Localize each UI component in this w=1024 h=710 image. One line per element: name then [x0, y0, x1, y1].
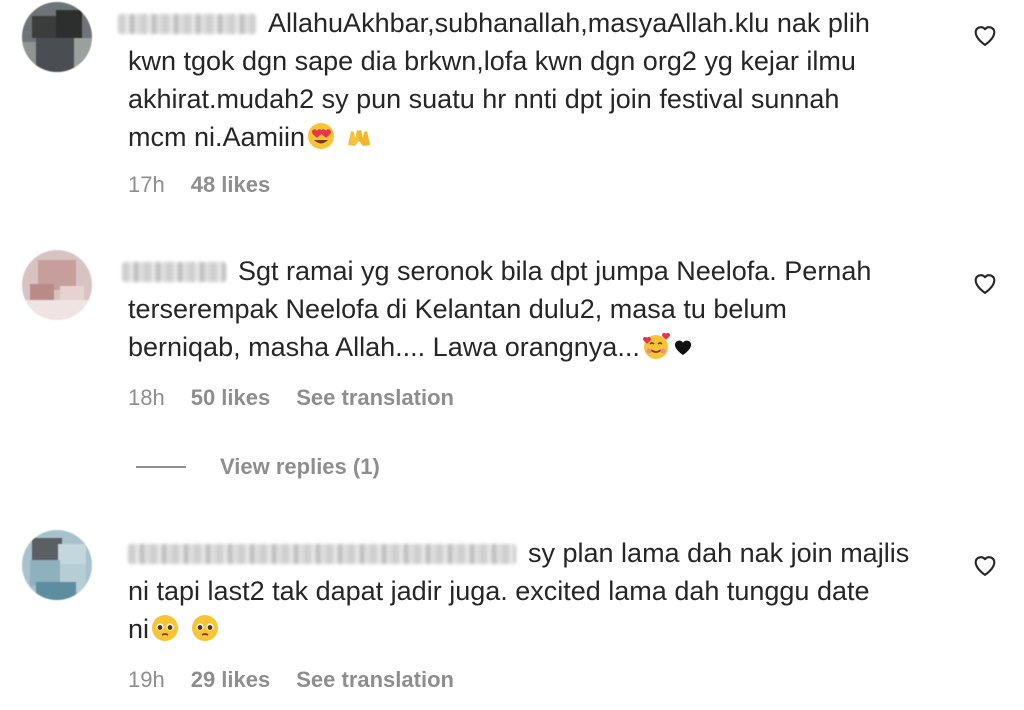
likes-count[interactable]: 48 likes [191, 172, 271, 198]
likes-count[interactable]: 50 likes [191, 385, 271, 411]
replies-divider [136, 466, 186, 468]
avatar[interactable] [22, 250, 92, 320]
comment-text: Sgt ramai yg seronok bila dpt jumpa Neel… [122, 252, 928, 366]
comment-line: berniqab, masha Allah.... Lawa orangnya.… [128, 332, 640, 362]
comment-text: AllahuAkhbar,subhanallah,masyaAllah.klu … [118, 4, 928, 156]
raised-hands-emoji [348, 130, 371, 146]
like-heart-icon[interactable] [971, 21, 999, 49]
comment-line: Sgt ramai yg seronok bila dpt jumpa Neel… [238, 256, 872, 286]
like-heart-icon[interactable] [971, 551, 999, 579]
view-replies-label[interactable]: View replies (1) [220, 454, 380, 480]
timestamp[interactable]: 18h [128, 385, 165, 411]
see-translation-link[interactable]: See translation [296, 667, 454, 693]
likes-count[interactable]: 29 likes [191, 667, 271, 693]
comment-meta: 17h 48 likes [128, 172, 270, 198]
pleading-face-emoji [192, 615, 219, 641]
comment-line: kwn tgok dgn sape dia brkwn,lofa kwn dgn… [128, 46, 856, 76]
heart-eyes-emoji [308, 123, 335, 149]
smiling-hearts-emoji [642, 332, 670, 359]
timestamp[interactable]: 19h [128, 667, 165, 693]
username[interactable] [122, 262, 226, 282]
see-translation-link[interactable]: See translation [296, 385, 454, 411]
comment-line: sy plan lama dah nak join majlis [528, 538, 910, 568]
comment-line: terserempak Neelofa di Kelantan dulu2, m… [128, 294, 787, 324]
comment-text: sy plan lama dah nak join majlis ni tapi… [128, 534, 928, 648]
comment-line: akhirat.mudah2 sy pun suatu hr nnti dpt … [128, 84, 840, 114]
username[interactable] [128, 544, 516, 564]
comment-line: mcm ni.Aamiin [128, 122, 306, 152]
avatar[interactable] [22, 2, 92, 72]
comment-line: ni [128, 614, 150, 644]
black-heart-emoji [674, 340, 691, 356]
comment-meta: 19h 29 likes See translation [128, 667, 454, 693]
like-heart-icon[interactable] [971, 269, 999, 297]
pleading-face-emoji [152, 615, 179, 641]
comment-line: ni tapi last2 tak dapat jadir juga. exci… [128, 576, 870, 606]
comment-line: AllahuAkhbar,subhanallah,masyaAllah.klu … [268, 8, 870, 38]
avatar[interactable] [22, 530, 92, 600]
comment-meta: 18h 50 likes See translation [128, 385, 454, 411]
view-replies[interactable]: View replies (1) [136, 454, 380, 480]
username[interactable] [118, 14, 256, 34]
timestamp[interactable]: 17h [128, 172, 165, 198]
